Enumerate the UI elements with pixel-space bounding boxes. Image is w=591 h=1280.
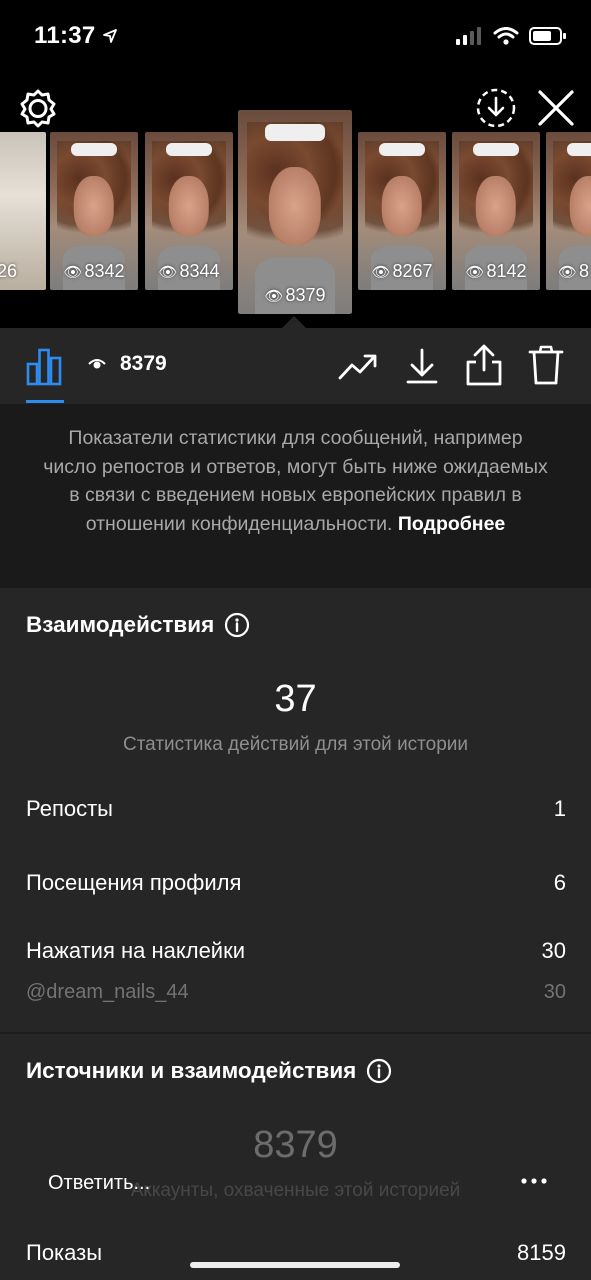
eye-icon: 👁 — [264, 288, 284, 305]
stat-row-profile-visits: Посещения профиля 6 — [26, 870, 566, 896]
interactions-total: 37 — [274, 678, 317, 720]
status-bar: 11:37 — [0, 0, 591, 70]
views-count: 8379 — [120, 352, 167, 375]
stat-label: Посещения профиля — [26, 870, 242, 895]
more-options-icon[interactable] — [520, 1174, 548, 1188]
sources-section-title: Источники и взаимодействия — [26, 1058, 392, 1084]
story-view-count: 8267 — [392, 261, 433, 281]
eye-icon: 👁 — [63, 264, 83, 281]
wifi-icon — [493, 27, 519, 45]
info-icon[interactable] — [366, 1058, 392, 1084]
eye-icon: 👁 — [371, 264, 391, 281]
cellular-signal-icon — [456, 27, 481, 45]
trend-icon[interactable] — [336, 346, 380, 386]
eye-icon: 👁 — [558, 264, 578, 281]
privacy-notice: Показатели статистики для сообщений, нап… — [0, 404, 591, 588]
eye-icon — [88, 359, 106, 369]
section-divider — [0, 1032, 591, 1034]
story-view-count: 426 — [0, 261, 18, 281]
learn-more-link[interactable]: Подробнее — [398, 513, 505, 535]
interactions-caption: Статистика действий для этой истории — [122, 734, 469, 755]
stat-value: 8159 — [517, 1240, 566, 1265]
story-thumbnail[interactable]: 👁 8 — [546, 132, 591, 290]
stat-label: Показы — [26, 1240, 103, 1265]
stat-value: 6 — [553, 870, 566, 895]
download-icon[interactable] — [400, 344, 444, 388]
reply-input[interactable]: Ответить... — [48, 1172, 150, 1195]
stat-subvalue: 30 — [543, 981, 566, 1003]
stat-sublabel: @dream_nails_44 — [26, 981, 189, 1003]
story-view-count: 8142 — [486, 261, 527, 281]
stat-label: Нажатия на наклейки — [26, 938, 246, 963]
stat-subrow-mention[interactable]: @dream_nails_44 30 — [26, 981, 566, 1004]
stats-toolbar: 8379 — [0, 328, 591, 404]
story-view-count: 8342 — [84, 261, 125, 281]
stat-value: 1 — [553, 796, 566, 821]
home-indicator[interactable] — [190, 1262, 400, 1268]
selected-story-caret — [282, 316, 306, 328]
sources-title: Источники и взаимодействия — [26, 1058, 357, 1083]
story-thumbnail-strip[interactable]: 426 👁8342 👁8344 👁8379 👁8267 👁8142 👁8 — [0, 110, 591, 328]
story-thumbnail[interactable]: 👁 8267 — [358, 132, 446, 290]
share-icon[interactable] — [462, 342, 506, 388]
story-view-count: 8344 — [179, 261, 220, 281]
stat-label: Репосты — [26, 796, 113, 821]
active-tab-indicator — [26, 400, 64, 403]
stat-value: 30 — [541, 938, 566, 963]
views-summary: 8379 — [88, 352, 167, 376]
trash-icon[interactable] — [524, 342, 568, 388]
interactions-section-title: Взаимодействия — [26, 612, 250, 638]
eye-icon: 👁 — [158, 264, 178, 281]
story-view-count: 8 — [579, 261, 590, 281]
story-thumbnail[interactable]: 👁 8142 — [452, 132, 540, 290]
story-thumbnail-selected[interactable]: 👁 8379 — [236, 110, 354, 316]
stat-row-sticker-taps: Нажатия на наклейки 30 — [26, 938, 566, 964]
info-icon[interactable] — [224, 612, 250, 638]
story-thumbnail[interactable]: 👁 8342 — [50, 132, 138, 290]
eye-icon: 👁 — [465, 264, 485, 281]
battery-icon — [529, 27, 566, 45]
story-view-count: 8379 — [285, 285, 326, 305]
story-thumbnail[interactable]: 426 — [0, 132, 46, 290]
story-thumbnail[interactable]: 👁 8344 — [145, 132, 233, 290]
status-time: 11:37 — [34, 22, 96, 49]
interactions-title: Взаимодействия — [26, 612, 215, 637]
bar-chart-icon[interactable] — [22, 344, 66, 388]
reply-bar: Ответить... — [0, 1156, 591, 1212]
stat-row-reposts: Репосты 1 — [26, 796, 566, 822]
location-arrow-icon — [102, 29, 117, 43]
